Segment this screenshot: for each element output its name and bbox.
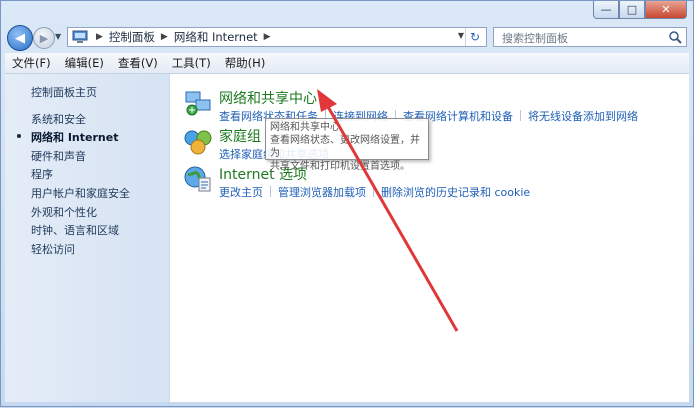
control-panel-window: — □ ✕ ◀ ▶ ▼ ▶ 控制面板 ▶ 网络和 Internet ▶ ▼ ↻ <box>0 0 694 407</box>
search-icon[interactable] <box>668 30 682 44</box>
link-delete-history[interactable]: 删除浏览的历史记录和 cookie <box>381 184 530 200</box>
breadcrumb-separator-icon[interactable]: ▶ <box>96 32 103 42</box>
sidebar-item-ease-of-access[interactable]: 轻松访问 <box>31 241 75 257</box>
sidebar-home-link[interactable]: 控制面板主页 <box>31 84 97 100</box>
sidebar-item-user-accounts[interactable]: 用户帐户和家庭安全 <box>31 185 130 201</box>
sidebar-item-network-internet[interactable]: 网络和 Internet <box>31 129 118 145</box>
sidebar-item-programs[interactable]: 程序 <box>31 166 53 182</box>
sidebar-item-clock-language[interactable]: 时钟、语言和区域 <box>31 222 119 238</box>
category-title-network-sharing[interactable]: 网络和共享中心 <box>219 88 317 108</box>
address-dropdown-icon[interactable]: ▼ <box>458 31 464 40</box>
category-links: 更改主页 管理浏览器加载项 删除浏览的历史记录和 cookie <box>219 184 530 200</box>
menu-tools[interactable]: 工具(T) <box>165 55 218 71</box>
title-bar: — □ ✕ <box>1 1 693 21</box>
breadcrumb: ▶ 控制面板 ▶ 网络和 Internet ▶ <box>90 29 277 45</box>
navigation-bar: ◀ ▶ ▼ ▶ 控制面板 ▶ 网络和 Internet ▶ ▼ ↻ <box>1 25 693 51</box>
sidebar-item-system-security[interactable]: 系统和安全 <box>31 111 86 127</box>
tooltip-network-sharing: 网络和共享中心 查看网络状态、更改网络设置，并为 共享文件和打印机设置首选项。 <box>265 118 429 172</box>
address-bar[interactable]: ▶ 控制面板 ▶ 网络和 Internet ▶ ▼ ↻ <box>67 27 487 47</box>
link-divider <box>270 186 271 197</box>
link-divider <box>373 186 374 197</box>
link-change-homepage[interactable]: 更改主页 <box>219 184 263 200</box>
category-title-homegroup[interactable]: 家庭组 <box>219 126 261 146</box>
link-divider <box>520 110 521 121</box>
maximize-button[interactable]: □ <box>619 1 645 19</box>
menu-bar: 文件(F) 编辑(E) 查看(V) 工具(T) 帮助(H) <box>5 53 689 74</box>
search-box[interactable] <box>493 27 687 47</box>
sidebar-item-appearance[interactable]: 外观和个性化 <box>31 204 97 220</box>
close-button[interactable]: ✕ <box>645 1 687 19</box>
tooltip-line-1: 查看网络状态、更改网络设置，并为 <box>270 135 420 159</box>
refresh-button[interactable]: ↻ <box>465 28 484 46</box>
internet-options-icon[interactable] <box>183 164 213 194</box>
link-manage-addons[interactable]: 管理浏览器加载项 <box>278 184 366 200</box>
current-item-bullet <box>17 134 21 138</box>
menu-help[interactable]: 帮助(H) <box>218 55 273 71</box>
menu-file[interactable]: 文件(F) <box>5 55 58 71</box>
forward-button[interactable]: ▶ <box>33 27 55 49</box>
tooltip-line-2: 共享文件和打印机设置首选项。 <box>270 161 410 172</box>
window-controls: — □ ✕ <box>593 1 687 19</box>
search-input[interactable] <box>500 29 664 47</box>
control-panel-icon <box>72 30 88 43</box>
network-sharing-icon[interactable] <box>183 88 213 118</box>
tooltip-title: 网络和共享中心 <box>270 122 340 133</box>
menu-view[interactable]: 查看(V) <box>111 55 165 71</box>
breadcrumb-control-panel[interactable]: 控制面板 <box>109 29 155 45</box>
sidebar-item-hardware-sound[interactable]: 硬件和声音 <box>31 148 86 164</box>
back-button[interactable]: ◀ <box>7 25 33 51</box>
breadcrumb-separator-icon[interactable]: ▶ <box>161 32 168 42</box>
minimize-button[interactable]: — <box>593 1 619 19</box>
recent-pages-dropdown[interactable]: ▼ <box>55 32 61 41</box>
menu-edit[interactable]: 编辑(E) <box>58 55 111 71</box>
link-add-wireless-device[interactable]: 将无线设备添加到网络 <box>528 108 638 124</box>
homegroup-icon[interactable] <box>183 126 213 156</box>
breadcrumb-separator-icon[interactable]: ▶ <box>264 32 271 42</box>
sidebar: 控制面板主页 系统和安全 网络和 Internet 硬件和声音 程序 用户帐户和… <box>5 74 170 402</box>
main-panel: 网络和共享中心 查看网络状态和任务 连接到网络 查看网络计算机和设备 将无线设备… <box>169 74 689 402</box>
breadcrumb-network-internet[interactable]: 网络和 Internet <box>174 29 258 45</box>
